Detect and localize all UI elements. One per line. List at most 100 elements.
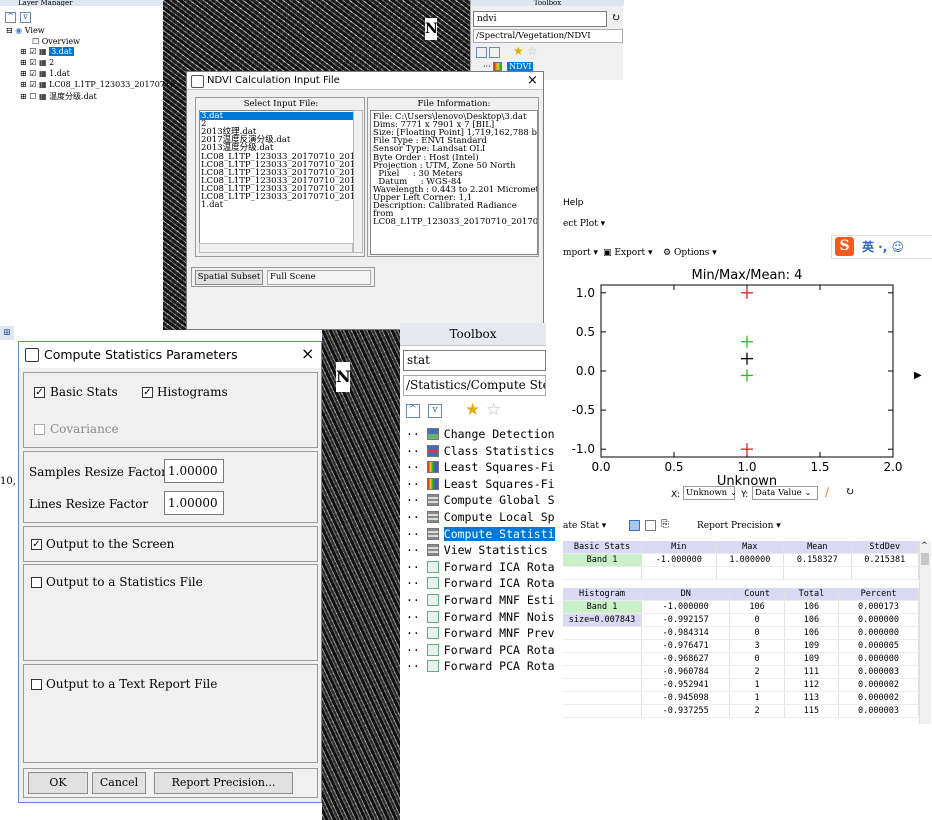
- collapse-icon[interactable]: [476, 47, 487, 58]
- collapse-icon[interactable]: ^: [406, 404, 420, 418]
- file-list-item[interactable]: 3.dat: [200, 112, 354, 120]
- file-list[interactable]: 3.dat 2 2013纹理.dat 2017温度反演分级.dat 2013温度分级.d…: [199, 110, 355, 245]
- toolbox-item[interactable]: ·· Forward PCA Rota: [406, 642, 555, 658]
- favorite-star-icon[interactable]: ★: [465, 400, 480, 420]
- tree-item-1dat[interactable]: ⊞ ☑ ▦ 1.dat: [20, 69, 70, 78]
- tree-item-2[interactable]: ⊞ ☑ ▦ 2: [20, 58, 54, 67]
- ime-toolbar: S 英 ·, ☺: [831, 235, 932, 259]
- toolbox-item[interactable]: ·· Compute Global S: [406, 492, 555, 508]
- table-header-cell: Min: [641, 541, 717, 554]
- reset-icon[interactable]: ↻: [845, 485, 854, 498]
- toolbox-bottom-search-input[interactable]: stat: [403, 350, 546, 371]
- table-cell: 106: [784, 626, 840, 640]
- file-list-item[interactable]: LC08_L1TP_123033_20170710_20170725_01_T1: [200, 193, 354, 202]
- toolbox-item-label: View Statistics: [443, 543, 548, 558]
- expand-arrow-icon[interactable]: ▶: [914, 370, 922, 381]
- close-icon[interactable]: ×: [527, 73, 538, 88]
- covariance-label: Covariance: [50, 422, 119, 436]
- toolbox-bottom-path: /Statistics/Compute Ste: [403, 375, 546, 396]
- tree-item-3dat[interactable]: ⊞ ☑ ▦ 3.dat: [20, 47, 74, 56]
- toolbox-item[interactable]: ·· Least Squares-Fi: [406, 476, 555, 492]
- copy-icon[interactable]: ⎘: [661, 519, 669, 530]
- scroll-up-icon[interactable]: ^: [921, 541, 928, 550]
- toolbox-item[interactable]: ·· Forward ICA Rota: [406, 575, 555, 591]
- toolbox-item[interactable]: ·· Forward MNF Nois: [406, 609, 555, 625]
- view-icon-2[interactable]: [645, 520, 656, 531]
- output-text-file-group: Output to a Text Report File: [23, 664, 318, 763]
- cancel-button[interactable]: Cancel: [92, 772, 146, 794]
- toolbox-top-result[interactable]: ··· NDVI: [483, 62, 534, 71]
- rotation-tool-icon: [426, 643, 439, 656]
- spatial-subset-button[interactable]: Spatial Subset: [195, 270, 263, 285]
- help-menu[interactable]: Help: [563, 198, 584, 208]
- file-list-hscrollbar[interactable]: [199, 243, 353, 253]
- x-axis-select[interactable]: Unknown ⌄: [683, 486, 737, 500]
- ok-button[interactable]: OK: [28, 772, 88, 794]
- output-screen-checkbox[interactable]: ✓: [31, 539, 42, 550]
- toolbox-item[interactable]: ·· Compute Local Sp: [406, 509, 555, 525]
- toolbox-item[interactable]: ·· Compute Statisti: [406, 526, 555, 542]
- table-cell: 0.000005: [838, 639, 919, 653]
- table-cell: Band 1: [563, 600, 642, 614]
- refresh-icon[interactable]: ↻: [611, 11, 620, 24]
- toolbox-item[interactable]: ·· View Statistics: [406, 542, 548, 558]
- close-icon[interactable]: ×: [301, 344, 314, 363]
- tree-item-lc08[interactable]: ⊞ ☑ ▦ LC08_L1TP_123033_20170710_: [20, 80, 179, 89]
- table-scrollbar[interactable]: ^: [919, 541, 931, 724]
- file-info-text: File: C:\Users\lenovo\Desktop\3.dat Dims:…: [370, 110, 538, 255]
- table-row: -0.960784 2 111 0.000003: [563, 665, 919, 679]
- output-stats-file-checkbox[interactable]: [31, 577, 42, 588]
- file-list-item[interactable]: 1.dat: [200, 201, 354, 210]
- view-icon-1[interactable]: [629, 520, 640, 531]
- expand-icon[interactable]: v: [428, 404, 442, 418]
- brush-icon[interactable]: ∕: [825, 485, 829, 499]
- toolbox-item[interactable]: ·· Forward ICA Rota: [406, 559, 555, 575]
- favorite-star-icon[interactable]: ★: [513, 44, 524, 58]
- output-text-file-checkbox[interactable]: [31, 679, 42, 690]
- toolbox-item[interactable]: ·· Forward MNF Prev: [406, 625, 555, 641]
- table-icon: [426, 527, 439, 540]
- output-screen-group: ✓ Output to the Screen: [23, 526, 318, 562]
- y-axis-select-value: Data Value: [755, 488, 802, 498]
- expand-all-icon[interactable]: v: [20, 12, 31, 23]
- covariance-checkbox[interactable]: [34, 424, 45, 435]
- report-precision-button[interactable]: Report Precision...: [154, 772, 293, 794]
- table-cell: [641, 566, 717, 580]
- report-precision-menu[interactable]: Report Precision ▾: [697, 521, 781, 531]
- rotation-tool-icon: [426, 660, 439, 673]
- table-header-cell: Mean: [783, 541, 852, 554]
- toolbox-item[interactable]: ·· Forward PCA Rota: [406, 658, 555, 674]
- toolbox-item[interactable]: ·· Forward MNF Esti: [406, 592, 555, 608]
- pin-icon[interactable]: ⊞: [0, 326, 14, 340]
- tree-item-overview[interactable]: ☐ Overview: [32, 37, 80, 46]
- table-cell: -0.992157: [641, 613, 731, 627]
- toolbox-item[interactable]: ·· Class Statistics: [406, 443, 555, 459]
- stat-menu[interactable]: ate Stat ▾: [563, 521, 606, 531]
- y-axis-select[interactable]: Data Value ⌄: [752, 486, 818, 500]
- compute-statistics-dialog: Compute Statistics Parameters × ✓ Basic …: [18, 341, 322, 803]
- ndvi-dialog-title: NDVI Calculation Input File: [187, 72, 543, 90]
- table-row: -0.968627 0 109 0.000000: [563, 652, 919, 666]
- collapse-all-icon[interactable]: ^: [5, 12, 16, 23]
- expand-icon[interactable]: [489, 47, 500, 58]
- toolbox-item[interactable]: ·· Change Detection: [406, 426, 555, 442]
- scroll-thumb[interactable]: [921, 553, 929, 565]
- lines-resize-input[interactable]: 1.00000: [164, 491, 224, 515]
- favorite-remove-icon[interactable]: ☆: [527, 44, 538, 58]
- file-list-scrollbar[interactable]: [353, 110, 363, 253]
- table-header-cell: Count: [729, 588, 785, 601]
- tree-item-view[interactable]: ⊟ ◉ View: [6, 26, 45, 35]
- samples-resize-input[interactable]: 1.00000: [164, 459, 224, 483]
- toolbox-item[interactable]: ·· Least Squares-Fi: [406, 459, 555, 475]
- favorite-remove-icon[interactable]: ☆: [486, 400, 501, 420]
- table-cell: 0: [729, 652, 785, 666]
- tree-item-temp[interactable]: ⊞ ☐ ▦ 温度分级.dat: [20, 91, 97, 102]
- toolbox-top-search-input[interactable]: ndvi: [473, 11, 607, 27]
- select-plot-menu[interactable]: ect Plot ▾: [563, 219, 605, 229]
- table-cell: [783, 566, 852, 580]
- full-scene-label: Full Scene: [267, 270, 371, 285]
- histograms-checkbox[interactable]: ✓: [142, 387, 153, 398]
- table-cell: 113: [784, 691, 840, 705]
- table-cell: 109: [784, 652, 840, 666]
- basic-stats-checkbox[interactable]: ✓: [34, 387, 45, 398]
